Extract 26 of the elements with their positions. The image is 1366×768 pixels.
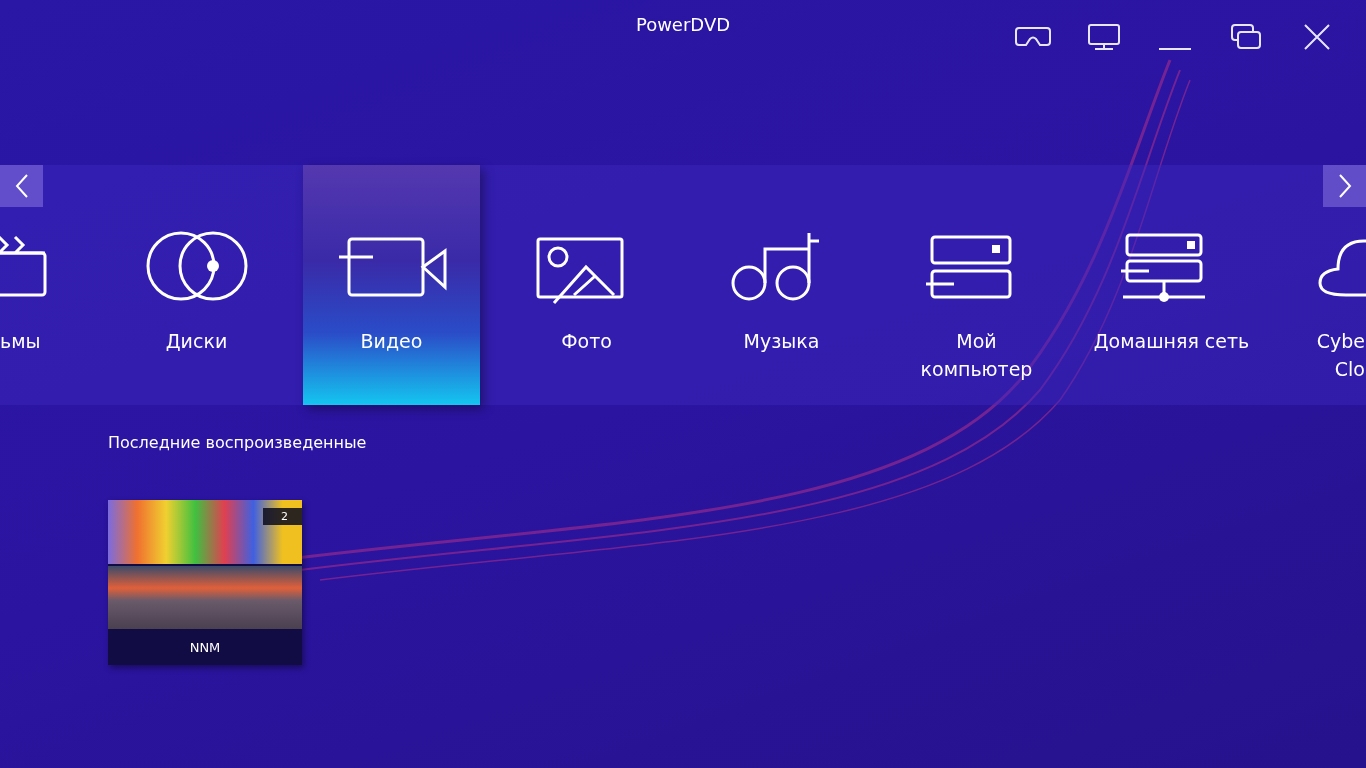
category-tile[interactable]: Диски: [108, 165, 285, 405]
count-badge: 2: [263, 508, 302, 525]
chevron-left-icon: [14, 174, 29, 198]
card-title: NNM: [189, 639, 221, 655]
category-tile[interactable]: Мой компьютер: [888, 165, 1065, 405]
category-label: Фото: [561, 329, 612, 354]
category-label: Музыка: [743, 329, 820, 354]
monitor-icon[interactable]: [1085, 22, 1123, 52]
category-label: Мой компьютер: [920, 329, 1033, 382]
category-tile[interactable]: Cybe Clo: [1278, 165, 1366, 405]
category-tile[interactable]: Домашняя сеть: [1083, 165, 1260, 405]
category-label: Домашняя сеть: [1093, 329, 1250, 354]
category-tile[interactable]: Видео: [303, 165, 480, 405]
window-title: PowerDVD: [634, 14, 732, 35]
category-label: Видео: [360, 329, 423, 354]
category-label: Диски: [165, 329, 228, 354]
video-card[interactable]: NNM 2: [108, 500, 302, 665]
scroll-right-button[interactable]: [1323, 165, 1366, 207]
chevron-right-icon: [1337, 174, 1352, 198]
scroll-left-button[interactable]: [0, 165, 43, 207]
category-tile[interactable]: ьмы: [0, 165, 90, 405]
category-label: ьмы: [0, 329, 41, 354]
category-label: Cybe Clo: [1316, 329, 1365, 382]
category-tile[interactable]: Фото: [498, 165, 675, 405]
category-tile[interactable]: Музыка: [693, 165, 870, 405]
section-heading: Последние воспроизведенные: [108, 433, 367, 452]
